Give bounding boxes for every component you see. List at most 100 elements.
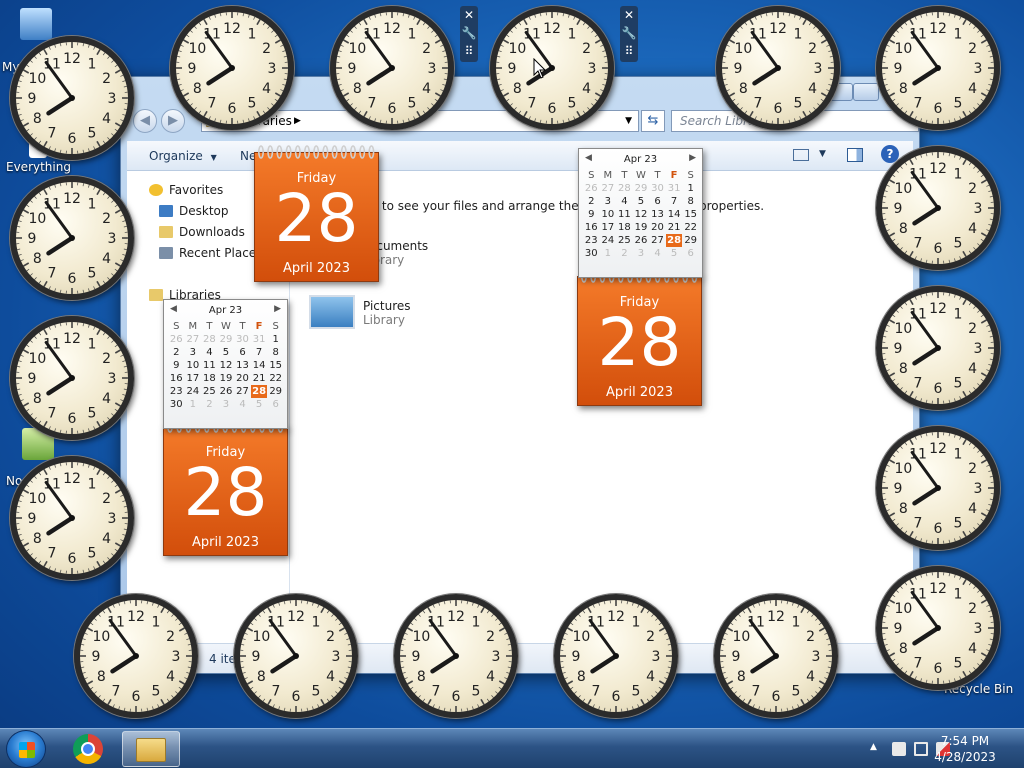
analog-clock-gadget[interactable]: 12 1 2 3 4 5 6 7 8 9 10 11: [876, 6, 1000, 130]
close-gadget-icon[interactable]: ✕: [460, 6, 478, 24]
calendar-day[interactable]: 11: [616, 208, 633, 221]
calendar-day[interactable]: 28: [665, 234, 683, 247]
calendar-day[interactable]: 26: [583, 182, 600, 195]
analog-clock-gadget[interactable]: 12 1 2 3 4 5 6 7 8 9 10 11: [490, 6, 614, 130]
nav-desktop[interactable]: Desktop: [159, 201, 229, 221]
calendar-day[interactable]: 10: [600, 208, 617, 221]
analog-clock-gadget[interactable]: 12 1 2 3 4 5 6 7 8 9 10 11: [554, 594, 678, 718]
calendar-day[interactable]: 26: [168, 333, 185, 346]
analog-clock-gadget[interactable]: 12 1 2 3 4 5 6 7 8 9 10 11: [876, 566, 1000, 690]
calendar-day[interactable]: 23: [583, 234, 600, 247]
calendar-day[interactable]: 27: [600, 182, 617, 195]
network-icon[interactable]: [914, 742, 928, 756]
taskbar-explorer-button[interactable]: [122, 731, 180, 767]
analog-clock-gadget[interactable]: 12 1 2 3 4 5 6 7 8 9 10 11: [10, 176, 134, 300]
calendar-day[interactable]: 27: [185, 333, 202, 346]
next-month-icon[interactable]: ▶: [274, 304, 281, 314]
analog-clock-gadget[interactable]: 12 1 2 3 4 5 6 7 8 9 10 11: [330, 6, 454, 130]
calendar-day[interactable]: 21: [251, 372, 268, 385]
calendar-day[interactable]: 15: [267, 359, 284, 372]
preview-pane-icon[interactable]: [847, 148, 863, 162]
calendar-day[interactable]: 19: [218, 372, 235, 385]
analog-clock-gadget[interactable]: 12 1 2 3 4 5 6 7 8 9 10 11: [10, 456, 134, 580]
calendar-day[interactable]: 5: [666, 247, 683, 260]
calendar-day[interactable]: 29: [682, 234, 699, 247]
calendar-day[interactable]: 30: [168, 398, 185, 411]
calendar-day[interactable]: 28: [250, 385, 268, 398]
next-month-icon[interactable]: ▶: [689, 153, 696, 163]
calendar-day[interactable]: 3: [218, 398, 235, 411]
calendar-day[interactable]: 9: [583, 208, 600, 221]
calendar-day[interactable]: 20: [234, 372, 251, 385]
calendar-day[interactable]: 31: [251, 333, 268, 346]
analog-clock-gadget[interactable]: 12 1 2 3 4 5 6 7 8 9 10 11: [234, 594, 358, 718]
calendar-day[interactable]: 2: [168, 346, 185, 359]
taskbar-chrome-button[interactable]: [60, 731, 118, 767]
calendar-day[interactable]: 27: [234, 385, 251, 398]
calendar-day[interactable]: 29: [633, 182, 650, 195]
calendar-day[interactable]: 17: [600, 221, 617, 234]
calendar-day[interactable]: 3: [600, 195, 617, 208]
calendar-day[interactable]: 8: [682, 195, 699, 208]
calendar-day[interactable]: 4: [616, 195, 633, 208]
calendar-day[interactable]: 17: [185, 372, 202, 385]
calendar-day[interactable]: 30: [583, 247, 600, 260]
analog-clock-gadget[interactable]: 12 1 2 3 4 5 6 7 8 9 10 11: [10, 36, 134, 160]
calendar-day[interactable]: 24: [185, 385, 202, 398]
calendar-day[interactable]: 20: [649, 221, 666, 234]
start-button[interactable]: [6, 730, 46, 768]
analog-clock-gadget[interactable]: 12 1 2 3 4 5 6 7 8 9 10 11: [394, 594, 518, 718]
show-hidden-icons-icon[interactable]: ▲: [870, 742, 877, 752]
month-calendar-gadget[interactable]: ◀ Apr 23 ▶ S M T W T F S 26 27 28 29 30 31 1 2 3 4 5 6 7 8 9 1…: [163, 299, 288, 429]
gadget-options-icon[interactable]: 🔧: [460, 24, 478, 42]
calendar-day[interactable]: 4: [234, 398, 251, 411]
nav-downloads[interactable]: Downloads: [159, 222, 245, 242]
action-center-icon[interactable]: [892, 742, 906, 756]
calendar-day[interactable]: 7: [251, 346, 268, 359]
calendar-day[interactable]: 1: [267, 333, 284, 346]
calendar-day[interactable]: 3: [633, 247, 650, 260]
calendar-day[interactable]: 12: [633, 208, 650, 221]
calendar-day[interactable]: 2: [583, 195, 600, 208]
calendar-day[interactable]: 18: [201, 372, 218, 385]
calendar-day[interactable]: 31: [666, 182, 683, 195]
calendar-day[interactable]: 21: [666, 221, 683, 234]
drag-handle-icon[interactable]: ⠿: [620, 42, 638, 60]
calendar-day[interactable]: 14: [251, 359, 268, 372]
analog-clock-gadget[interactable]: 12 1 2 3 4 5 6 7 8 9 10 11: [714, 594, 838, 718]
calendar-day[interactable]: 5: [218, 346, 235, 359]
calendar-day[interactable]: 1: [600, 247, 617, 260]
date-gadget[interactable]: Friday 28 April 2023: [163, 419, 288, 556]
calendar-day[interactable]: 30: [234, 333, 251, 346]
calendar-day[interactable]: 9: [168, 359, 185, 372]
calendar-day[interactable]: 25: [201, 385, 218, 398]
calendar-day[interactable]: 29: [267, 385, 284, 398]
calendar-day[interactable]: 28: [616, 182, 633, 195]
calendar-day[interactable]: 6: [234, 346, 251, 359]
nav-favorites[interactable]: Favorites: [149, 180, 223, 200]
calendar-day[interactable]: 22: [267, 372, 284, 385]
calendar-day[interactable]: 13: [234, 359, 251, 372]
drag-handle-icon[interactable]: ⠿: [460, 42, 478, 60]
calendar-day[interactable]: 1: [185, 398, 202, 411]
taskbar-clock[interactable]: 7:54 PM 4/28/2023: [930, 733, 1000, 765]
calendar-day[interactable]: 19: [633, 221, 650, 234]
date-gadget[interactable]: Friday 28 April 2023: [254, 145, 379, 282]
calendar-day[interactable]: 7: [666, 195, 683, 208]
nav-recent-places[interactable]: Recent Places: [159, 243, 262, 263]
gadget-options-icon[interactable]: 🔧: [620, 24, 638, 42]
analog-clock-gadget[interactable]: 12 1 2 3 4 5 6 7 8 9 10 11: [716, 6, 840, 130]
calendar-day[interactable]: 16: [583, 221, 600, 234]
calendar-day[interactable]: 15: [682, 208, 699, 221]
calendar-day[interactable]: 14: [666, 208, 683, 221]
month-calendar-gadget[interactable]: ◀ Apr 23 ▶ S M T W T F S 26 27 28 29 30 31 1 2 3 4 5 6 7 8 9 1…: [578, 148, 703, 278]
calendar-day[interactable]: 26: [633, 234, 650, 247]
close-gadget-icon[interactable]: ✕: [620, 6, 638, 24]
calendar-day[interactable]: 11: [201, 359, 218, 372]
calendar-day[interactable]: 26: [218, 385, 235, 398]
calendar-day[interactable]: 24: [600, 234, 617, 247]
analog-clock-gadget[interactable]: 12 1 2 3 4 5 6 7 8 9 10 11: [876, 426, 1000, 550]
calendar-day[interactable]: 23: [168, 385, 185, 398]
analog-clock-gadget[interactable]: 12 1 2 3 4 5 6 7 8 9 10 11: [10, 316, 134, 440]
calendar-day[interactable]: 1: [682, 182, 699, 195]
